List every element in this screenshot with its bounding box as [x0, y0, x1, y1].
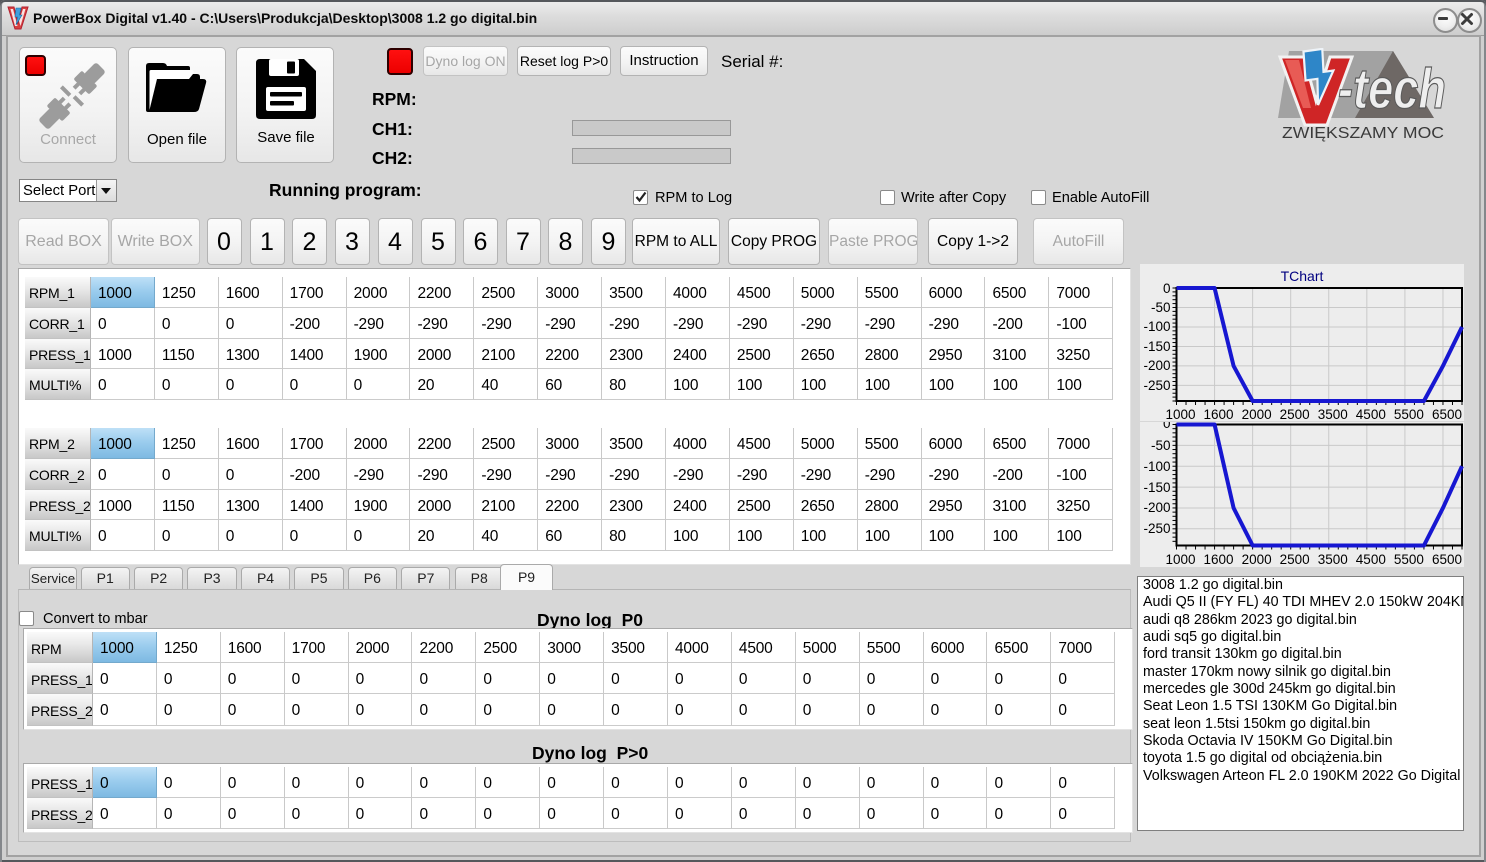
svg-text:-tech: -tech [1338, 57, 1446, 121]
svg-text:ZWIĘKSZAMY MOC: ZWIĘKSZAMY MOC [1282, 125, 1444, 142]
